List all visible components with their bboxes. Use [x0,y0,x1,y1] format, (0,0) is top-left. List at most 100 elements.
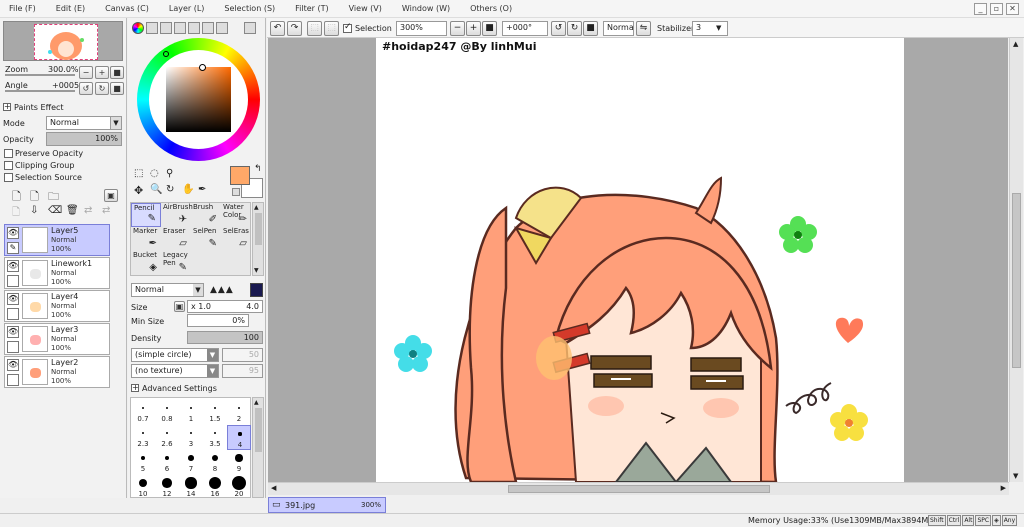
tool-legacy-pen[interactable]: Legacy Pen ✎ [161,251,191,275]
tool-airbrush[interactable]: AirBrush ✈ [161,203,193,227]
brush-size-cell[interactable]: 8 [203,450,227,475]
hard-edge-button[interactable] [250,283,263,297]
clear-layer-icon[interactable]: ⌫ [48,205,62,216]
panel-menu-icon[interactable] [244,22,256,34]
rotate-reset-button[interactable]: ■ [110,82,124,95]
angle-slider[interactable] [5,90,75,92]
view-blend-select[interactable]: Normal [603,21,634,36]
size-range-icon[interactable]: ▣ [174,301,185,312]
brush-size-cell[interactable]: 10 [131,475,155,500]
menu-item-4[interactable]: Selection (S) [215,4,286,13]
tool-eraser[interactable]: Eraser ▱ [161,227,191,251]
merge-down-icon[interactable]: ⇩ [30,205,38,216]
brush-size-cell[interactable]: 20 [227,475,251,500]
layer-row[interactable]: 👁 Layer2 Normal 100% [4,356,110,388]
min-size-field[interactable]: 0% [187,314,249,327]
brush-shape-strength[interactable]: 50 [222,348,263,362]
restore-button[interactable]: ▫ [990,3,1003,15]
move-icon[interactable]: ✥ [134,184,143,197]
brush-size-cell[interactable]: 6 [155,450,179,475]
tool-pencil[interactable]: Pencil ✎ [131,203,161,227]
zoom-reset-button[interactable]: ■ [110,66,124,79]
brush-size-cell[interactable]: 3 [179,425,203,450]
brush-size-cell[interactable]: 0.7 [131,400,155,425]
size-field[interactable]: x 1.0 4.0 [187,300,263,313]
eye-icon[interactable]: 👁 [7,326,19,338]
layer-row[interactable]: 👁 Layer4 Normal 100% [4,290,110,322]
angle-select[interactable]: +000° [502,21,548,36]
rotate-right-button[interactable]: ↻ [95,82,109,95]
swap-colors-icon[interactable]: ↰ [254,164,262,174]
rotate-cw-icon[interactable]: ↻ [567,21,582,36]
rotate-icon[interactable]: ↻ [166,184,174,195]
zoom-out-icon[interactable]: − [450,21,465,36]
menu-item-5[interactable]: Filter (T) [286,4,339,13]
horizontal-scrollbar[interactable]: ◀ ▶ [268,482,1009,495]
redo-icon[interactable]: ↷ [287,21,302,36]
brush-size-cell[interactable]: 4 [227,425,251,450]
zoom-in-button[interactable]: + [95,66,109,79]
transparent-color-icon[interactable] [232,188,240,196]
minimize-button[interactable]: _ [974,3,987,15]
zoom-out-button[interactable]: − [79,66,93,79]
selection-source-checkbox[interactable] [4,173,13,182]
rgb-slider-tab-icon[interactable] [146,22,158,34]
eye-icon[interactable]: 👁 [7,227,19,239]
delete-layer-icon[interactable]: 🗑 [66,205,79,216]
brush-size-cell[interactable]: 2.3 [131,425,155,450]
brush-size-cell[interactable]: 9 [227,450,251,475]
zoom-select[interactable]: 300% [396,21,447,36]
close-button[interactable]: ✕ [1006,3,1019,15]
zoom-in-icon[interactable]: + [466,21,481,36]
tool-brush[interactable]: Brush ✐ [191,203,221,227]
hand-icon[interactable]: ✋ [182,184,194,195]
brush-shape-select[interactable]: (simple circle) [131,348,219,362]
transfer-layer-icon[interactable]: ⇄ [84,205,92,216]
opacity-slider[interactable]: 100% [46,132,122,146]
swatches-tab-icon[interactable] [188,22,200,34]
eye-icon[interactable]: 👁 [7,260,19,272]
brush-size-cell[interactable]: 5 [131,450,155,475]
brush-size-cell[interactable]: 2 [227,400,251,425]
document-tab[interactable]: ▭ 391.jpg 300% [268,497,386,513]
advanced-expand-icon[interactable]: + [131,384,139,392]
color-wheel-tab-icon[interactable] [132,22,144,34]
history-tab-icon[interactable] [216,22,228,34]
eye-icon[interactable]: 👁 [7,293,19,305]
mixer-tab-icon[interactable] [174,22,186,34]
flip-horizontal-icon[interactable]: ⇋ [636,21,651,36]
menu-item-1[interactable]: Edit (E) [47,4,96,13]
rotate-ccw-icon[interactable]: ↺ [551,21,566,36]
tool-marker[interactable]: Marker ✒ [131,227,161,251]
vertical-scrollbar[interactable]: ▲ ▼ [1009,38,1023,482]
brush-edge-icons[interactable]: ▲▲▲ [210,285,234,295]
brush-size-cell[interactable]: 1.5 [203,400,227,425]
tool-bucket[interactable]: Bucket ◈ [131,251,161,275]
tool-scrollbar[interactable]: ▲ ▼ [252,202,264,276]
density-slider[interactable]: 100 [187,331,263,344]
tool-selpen[interactable]: SelPen ✎ [191,227,221,251]
zoom-slider[interactable] [5,74,75,76]
brush-size-cell[interactable]: 3.5 [203,425,227,450]
layer-checkbox[interactable] [7,374,19,386]
tool-seleras[interactable]: SelEras ▱ [221,227,251,251]
layer-panel-menu-button[interactable]: ▣ [104,189,118,202]
group-layer-icon[interactable]: ⇄ [102,205,110,216]
menu-item-8[interactable]: Others (O) [461,4,523,13]
brush-texture-select[interactable]: (no texture) [131,364,219,378]
foreground-color-swatch[interactable] [230,166,250,185]
layer-checkbox[interactable] [7,275,19,287]
invert-selection-icon[interactable]: ⬚ [324,21,339,36]
brush-size-cell[interactable]: 0.8 [155,400,179,425]
preserve-opacity-checkbox[interactable] [4,149,13,158]
brush-size-cell[interactable]: 16 [203,475,227,500]
brush-size-cell[interactable]: 7 [179,450,203,475]
size-scrollbar[interactable]: ▲ [252,397,264,498]
rotate-left-button[interactable]: ↺ [79,82,93,95]
navigator-preview[interactable] [3,21,123,61]
color-picker-cursor[interactable] [199,64,206,71]
menu-item-7[interactable]: Window (W) [393,4,461,13]
menu-item-0[interactable]: File (F) [0,4,47,13]
rect-select-icon[interactable]: ⬚ [134,168,143,179]
eye-icon[interactable]: 👁 [7,359,19,371]
